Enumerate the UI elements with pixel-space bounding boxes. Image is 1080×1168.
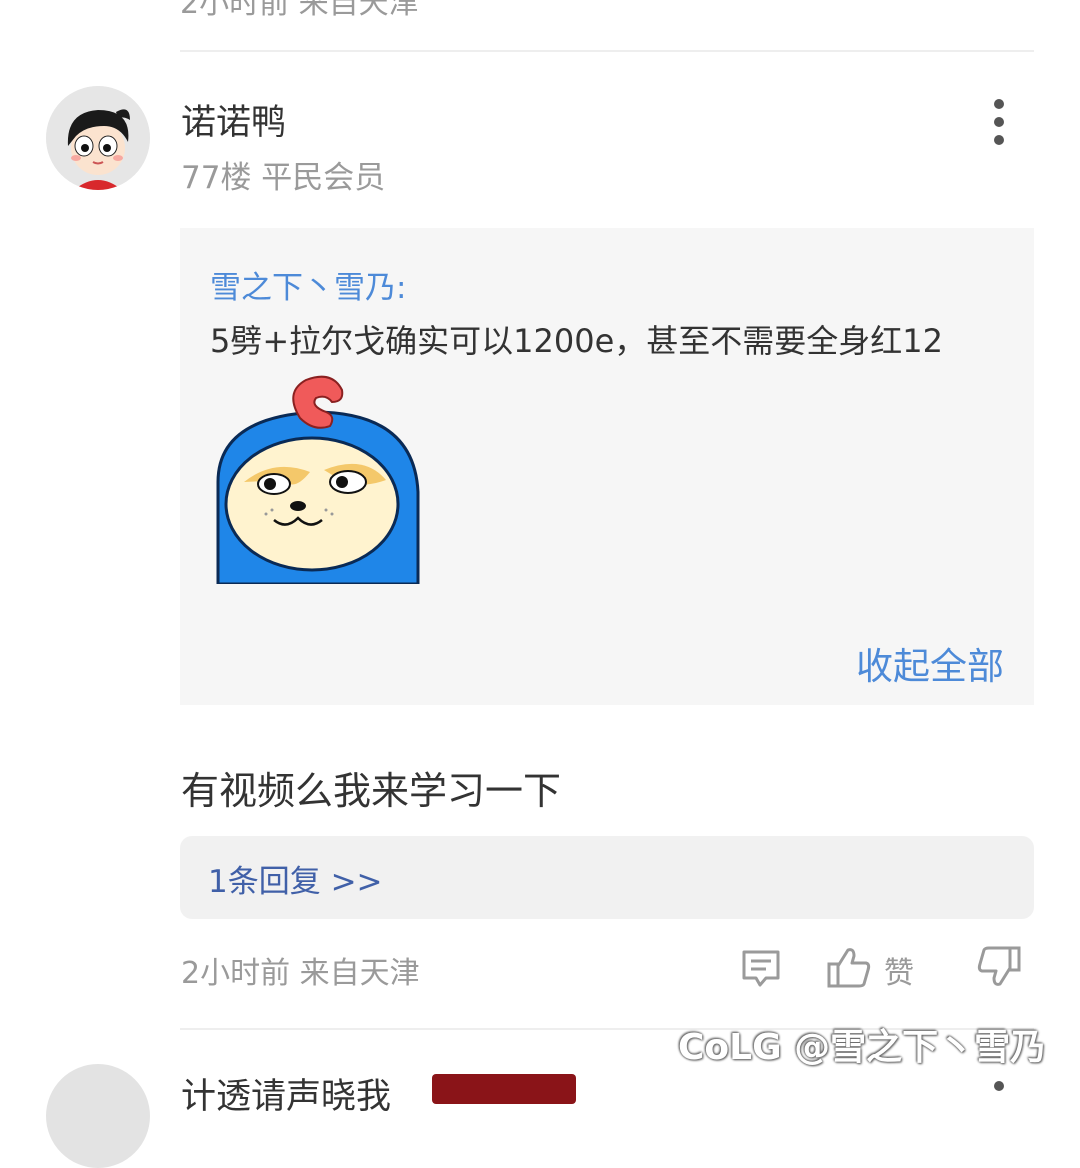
quote-text: 5劈+拉尔戈确实可以1200e，甚至不需要全身红12: [210, 322, 944, 360]
watermark: CoLG @雪之下丶雪乃: [678, 1027, 1047, 1068]
shiba-sticker-image: [216, 375, 420, 584]
avatar[interactable]: [46, 86, 150, 190]
avatar-image: [46, 86, 150, 190]
next-comment-avatar[interactable]: [46, 1064, 150, 1168]
divider: [180, 50, 1034, 52]
floor-and-rank: 77楼 平民会员: [181, 160, 386, 196]
like-label[interactable]: 赞: [884, 948, 914, 992]
comment-body: 有视频么我来学习一下: [181, 769, 562, 813]
next-comment-username[interactable]: 计透请声晓我: [181, 1068, 391, 1119]
thumbs-down-icon[interactable]: [976, 944, 1022, 990]
quote-author[interactable]: 雪之下丶雪乃:: [210, 262, 406, 307]
collapse-all-link[interactable]: 收起全部: [856, 636, 1004, 690]
replies-link[interactable]: 1条回复 >>: [208, 856, 383, 901]
comment-time-location: 2小时前 来自天津: [181, 956, 420, 991]
username[interactable]: 诺诺鸭: [181, 94, 286, 145]
previous-comment-action-icons: [0, 0, 1080, 12]
comment-icon[interactable]: [740, 948, 782, 990]
thumbs-up-icon[interactable]: [826, 944, 872, 990]
more-options-icon[interactable]: [986, 98, 1012, 146]
next-comment-badge: [432, 1074, 576, 1104]
more-options-icon[interactable]: [986, 1078, 1012, 1098]
